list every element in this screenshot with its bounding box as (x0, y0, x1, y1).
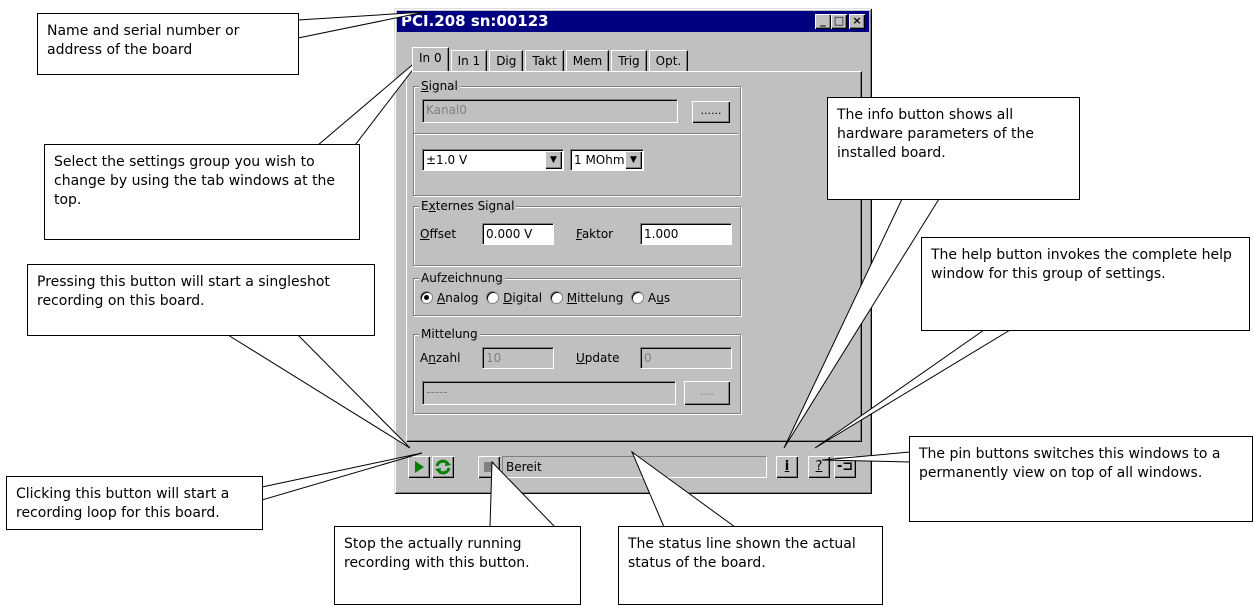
tab-in0[interactable]: In 0 (412, 47, 449, 71)
callout-status: The status line shown the actual status … (618, 526, 883, 605)
callout-info: The info button shows all hardware param… (827, 97, 1080, 200)
callout-board-name: Name and serial number or address of the… (37, 13, 299, 75)
callout-pin: The pin buttons switches this windows to… (909, 436, 1253, 522)
callout-singleshot: Pressing this button will start a single… (27, 264, 375, 336)
callout-stop: Stop the actually running recording with… (334, 526, 581, 605)
callout-loop: Clicking this button will start a record… (6, 476, 263, 530)
callout-tabs: Select the settings group you wish to ch… (44, 144, 360, 240)
callout-help: The help button invokes the complete hel… (921, 237, 1250, 331)
